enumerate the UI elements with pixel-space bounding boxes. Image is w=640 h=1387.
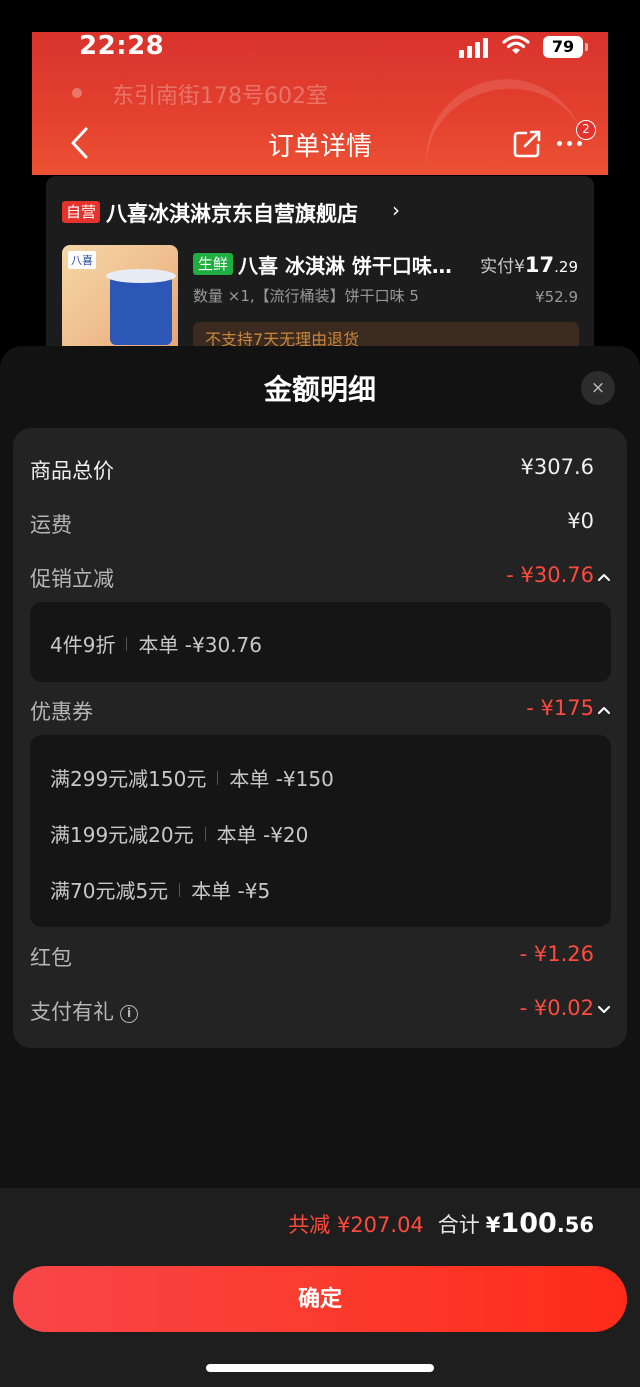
coupon-detail-amount: 本单 -¥5 xyxy=(191,879,271,903)
ice-cream-lid-graphic xyxy=(106,269,176,283)
total-amount-int: 100 xyxy=(500,1208,557,1239)
coupon-detail-box: 满299元减150元 本单 -¥150 满199元减20元 本单 -¥20 满70元… xyxy=(30,735,611,927)
coupon-detail-line: 满70元减5元 本单 -¥5 xyxy=(50,875,270,904)
message-badge: 2 xyxy=(576,120,596,140)
chevron-up-icon[interactable] xyxy=(597,703,611,717)
divider xyxy=(179,882,181,897)
promo-detail-name: 4件9折 xyxy=(50,633,116,657)
shop-name-link[interactable]: 八喜冰淇淋京东自营旗舰店 xyxy=(106,198,358,228)
ice-cream-tub-graphic xyxy=(110,275,172,345)
pay-gift-label: 支付有礼 i xyxy=(30,996,138,1026)
home-indicator[interactable] xyxy=(206,1364,434,1372)
coupon-detail-name: 满70元减5元 xyxy=(50,879,169,903)
battery-tip xyxy=(585,43,588,51)
status-bar: 22:28 79 xyxy=(0,0,640,80)
promo-detail-amount: 本单 -¥30.76 xyxy=(138,633,263,657)
cellular-signal-icon xyxy=(459,38,488,58)
goods-total-label: 商品总价 xyxy=(30,459,114,483)
wifi-icon xyxy=(502,35,530,54)
confirm-button[interactable]: 确定 xyxy=(13,1266,627,1332)
total-saved: 共减 ¥207.04 xyxy=(288,1213,424,1237)
page-title: 订单详情 xyxy=(267,132,372,162)
divider xyxy=(126,636,128,651)
promo-value[interactable]: - ¥30.76 xyxy=(506,563,594,587)
total-currency: ¥ xyxy=(485,1213,501,1237)
total-label: 合计 xyxy=(437,1213,480,1237)
promo-detail-box: 4件9折 本单 -¥30.76 xyxy=(30,602,611,682)
self-operated-tag: 自营 xyxy=(62,201,100,223)
info-icon[interactable]: i xyxy=(120,1005,138,1023)
product-brand-label: 八喜 xyxy=(68,251,96,269)
share-icon[interactable] xyxy=(512,129,542,159)
chevron-down-icon[interactable] xyxy=(597,1002,611,1016)
red-packet-value: - ¥1.26 xyxy=(519,942,594,966)
paid-dec: .29 xyxy=(554,258,578,276)
paid-int: 17 xyxy=(524,253,555,277)
close-icon[interactable]: × xyxy=(581,371,615,405)
total-summary: 共减 ¥207.04 合计 ¥100.56 xyxy=(288,1208,594,1239)
shipping-value: ¥0 xyxy=(567,509,594,533)
pay-gift-value[interactable]: - ¥0.02 xyxy=(520,996,594,1020)
shipping-label: 运费 xyxy=(30,513,72,537)
address-text: 东引南街178号602室 xyxy=(112,84,328,109)
fresh-tag: 生鲜 xyxy=(193,253,233,275)
total-amount-dec: .56 xyxy=(556,1213,594,1237)
red-packet-label: 红包 xyxy=(30,946,72,970)
coupon-detail-line: 满299元减150元 本单 -¥150 xyxy=(50,763,334,792)
pay-gift-text: 支付有礼 xyxy=(30,1000,114,1024)
divider xyxy=(204,826,206,841)
coupon-detail-name: 满199元减20元 xyxy=(50,823,194,847)
coupon-detail-amount: 本单 -¥20 xyxy=(216,823,309,847)
product-image[interactable]: 八喜 xyxy=(62,245,178,355)
product-name[interactable]: 八喜 冰淇淋 饼干口味… xyxy=(238,250,460,279)
paid-price: 实付¥17.29 xyxy=(480,252,578,277)
coupon-value[interactable]: - ¥175 xyxy=(526,696,594,720)
original-price: ¥52.9 xyxy=(535,288,578,306)
promo-label[interactable]: 促销立减 xyxy=(30,563,114,593)
shop-chevron-icon: › xyxy=(392,198,400,222)
paid-prefix: 实付¥ xyxy=(480,257,525,277)
divider xyxy=(217,770,219,785)
battery-icon: 79 xyxy=(543,36,583,58)
status-time: 22:28 xyxy=(79,31,165,61)
product-spec[interactable]: 数量 ×1,【流行桶装】饼干口味 5 xyxy=(193,285,463,306)
coupon-detail-line: 满199元减20元 本单 -¥20 xyxy=(50,819,308,848)
sheet-title: 金额明细 xyxy=(263,373,376,406)
coupon-detail-amount: 本单 -¥150 xyxy=(229,767,334,791)
coupon-detail-name: 满299元减150元 xyxy=(50,767,207,791)
more-options-icon[interactable] xyxy=(557,141,582,146)
promo-detail-line: 4件9折 本单 -¥30.76 xyxy=(50,629,262,658)
chevron-up-icon[interactable] xyxy=(597,570,611,584)
coupon-label[interactable]: 优惠券 xyxy=(30,696,93,726)
goods-total-value: ¥307.6 xyxy=(520,455,594,479)
location-dot-icon xyxy=(72,88,82,98)
